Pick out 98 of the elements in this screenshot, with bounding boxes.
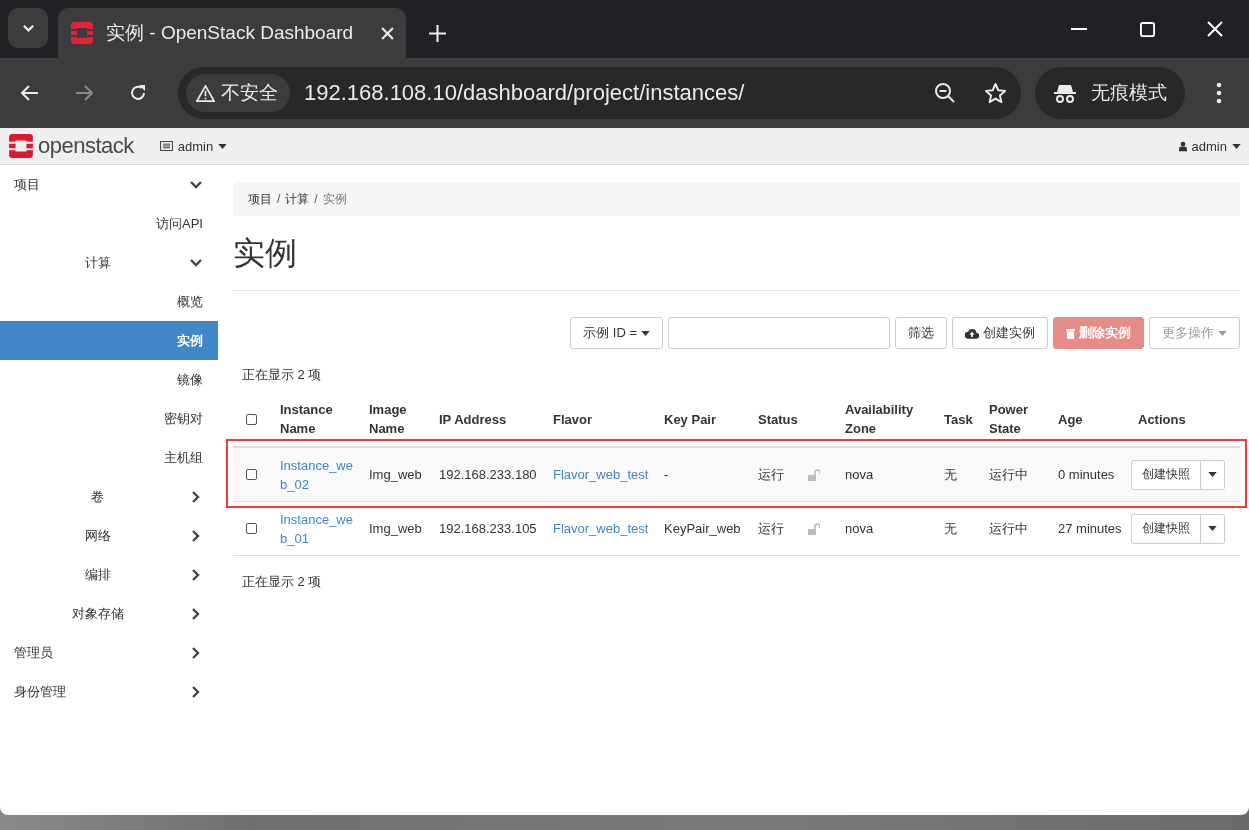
table-cell-text: 192.168.233.180: [438, 466, 538, 484]
table-cell-text: 27 minutes: [1057, 520, 1123, 538]
actions-dropdown-button[interactable]: [1201, 459, 1225, 490]
column-header: IP Address: [438, 410, 508, 429]
sidebar-item[interactable]: 主机组: [0, 438, 218, 477]
close-icon[interactable]: [381, 26, 394, 40]
incognito-button[interactable]: 无痕模式: [1035, 67, 1185, 119]
item-count: 正在显示 2 项: [241, 366, 323, 384]
item-count: 正在显示 2 项: [241, 573, 323, 591]
sidebar-item[interactable]: 镜像: [0, 360, 218, 399]
star-icon: [983, 81, 1007, 105]
breadcrumb-item[interactable]: 项目: [248, 190, 272, 208]
sidebar-item[interactable]: 编排: [0, 555, 218, 594]
incognito-icon: [1053, 83, 1077, 103]
sidebar-item[interactable]: 密钥对: [0, 399, 218, 438]
table-cell-text: 运行中: [988, 466, 1029, 484]
flavor-link[interactable]: Flavor_web_test: [546, 519, 657, 538]
caret-icon: [1218, 330, 1227, 336]
sidebar-item[interactable]: 身份管理: [0, 672, 218, 711]
sidebar-item[interactable]: 访问API: [0, 204, 218, 243]
sidebar-item[interactable]: 计算: [0, 243, 218, 282]
column-header: Availability Zone: [844, 401, 915, 438]
caret-icon: [1208, 526, 1217, 531]
column-header: Power State: [988, 401, 1029, 438]
sidebar-item[interactable]: 项目: [0, 165, 218, 204]
column-header: Task: [943, 410, 974, 429]
snapshot-button[interactable]: 创建快照: [1131, 513, 1201, 544]
table-cell-text: -: [663, 466, 670, 484]
sidebar-item[interactable]: 网络: [0, 516, 218, 555]
breadcrumb-item[interactable]: 计算: [285, 190, 310, 208]
table-cell-text: 192.168.233.105: [438, 520, 538, 538]
breadcrumb-separator: /: [314, 192, 318, 206]
status-text: 运行: [758, 520, 784, 538]
table-cell-text: 无: [943, 520, 958, 538]
minimize-icon: [1071, 28, 1087, 30]
breadcrumb-item: 实例: [322, 190, 347, 208]
sidebar-item[interactable]: 对象存储: [0, 594, 218, 633]
openstack-logo-icon: [70, 21, 94, 45]
back-arrow-icon: [21, 85, 39, 101]
column-header: Age: [1057, 410, 1084, 429]
flavor-link[interactable]: Flavor_web_test: [546, 465, 657, 484]
caret-icon: [1232, 143, 1241, 149]
column-header: Status: [757, 410, 799, 429]
plus-icon: [428, 24, 446, 42]
table-cell-text: 运行中: [988, 520, 1029, 538]
row-checkbox[interactable]: [246, 523, 257, 534]
sidebar-item[interactable]: 实例: [0, 321, 218, 360]
filter-input[interactable]: [668, 317, 890, 349]
cloud-upload-icon: [965, 327, 979, 339]
column-header: Image Name: [368, 401, 408, 438]
warning-icon: [196, 84, 215, 102]
table-cell-text: Img_web: [368, 466, 423, 484]
row-checkbox[interactable]: [246, 469, 257, 480]
filter-select[interactable]: 示例 ID =: [570, 317, 663, 349]
close-icon: [1207, 21, 1223, 37]
more-vertical-icon: [1216, 82, 1222, 104]
forward-arrow-icon: [75, 85, 93, 101]
sidebar-item[interactable]: 概览: [0, 282, 218, 321]
status-text: 运行: [758, 466, 784, 484]
breadcrumb-separator: /: [277, 192, 281, 206]
column-header: Instance Name: [279, 401, 334, 438]
logo-text: openstack: [38, 133, 134, 159]
sidebar-item[interactable]: 管理员: [0, 633, 218, 672]
address-bar[interactable]: 不安全 192.168.108.10/dashboard/project/instances/: [178, 67, 1021, 119]
actions-dropdown-button[interactable]: [1201, 513, 1225, 544]
snapshot-button[interactable]: 创建快照: [1131, 459, 1201, 490]
zoom-out-icon: [934, 82, 956, 104]
select-all-checkbox[interactable]: [246, 413, 257, 425]
reload-icon: [129, 84, 147, 102]
security-chip[interactable]: 不安全: [186, 74, 290, 112]
table-cell-text: nova: [844, 520, 875, 538]
instance-name-link[interactable]: Instance_web_01: [273, 509, 362, 548]
maximize-icon: [1139, 21, 1155, 37]
table-cell-text: KeyPair_web: [663, 520, 742, 538]
url-text: 192.168.108.10/dashboard/project/instances/: [304, 80, 746, 106]
list-icon: [159, 141, 173, 151]
browser-tab[interactable]: 实例 - OpenStack Dashboard: [58, 8, 406, 58]
instance-name-link[interactable]: Instance_web_02: [273, 455, 362, 494]
openstack-logo-icon: [8, 133, 34, 159]
project-dropdown[interactable]: admin: [159, 138, 228, 154]
table-cell-text: Img_web: [368, 520, 423, 538]
table-cell-text: 0 minutes: [1057, 466, 1116, 484]
caret-icon: [1208, 472, 1217, 477]
user-icon: [1178, 140, 1187, 152]
column-header: Key Pair: [663, 410, 718, 429]
filter-button[interactable]: 筛选: [895, 317, 947, 349]
trash-icon: [1066, 327, 1075, 339]
column-header: Flavor: [552, 410, 593, 429]
table-cell-text: 无: [943, 466, 958, 484]
tab-search-button[interactable]: [8, 8, 48, 48]
column-header: Actions: [1137, 410, 1187, 429]
sidebar-item[interactable]: 卷: [0, 477, 218, 516]
table-cell-text: nova: [844, 466, 875, 484]
create-button[interactable]: 创建实例: [952, 317, 1048, 349]
page-title: 实例: [233, 232, 1240, 291]
caret-icon: [218, 143, 228, 149]
user-dropdown[interactable]: admin: [1178, 138, 1241, 154]
caret-icon: [641, 330, 650, 336]
